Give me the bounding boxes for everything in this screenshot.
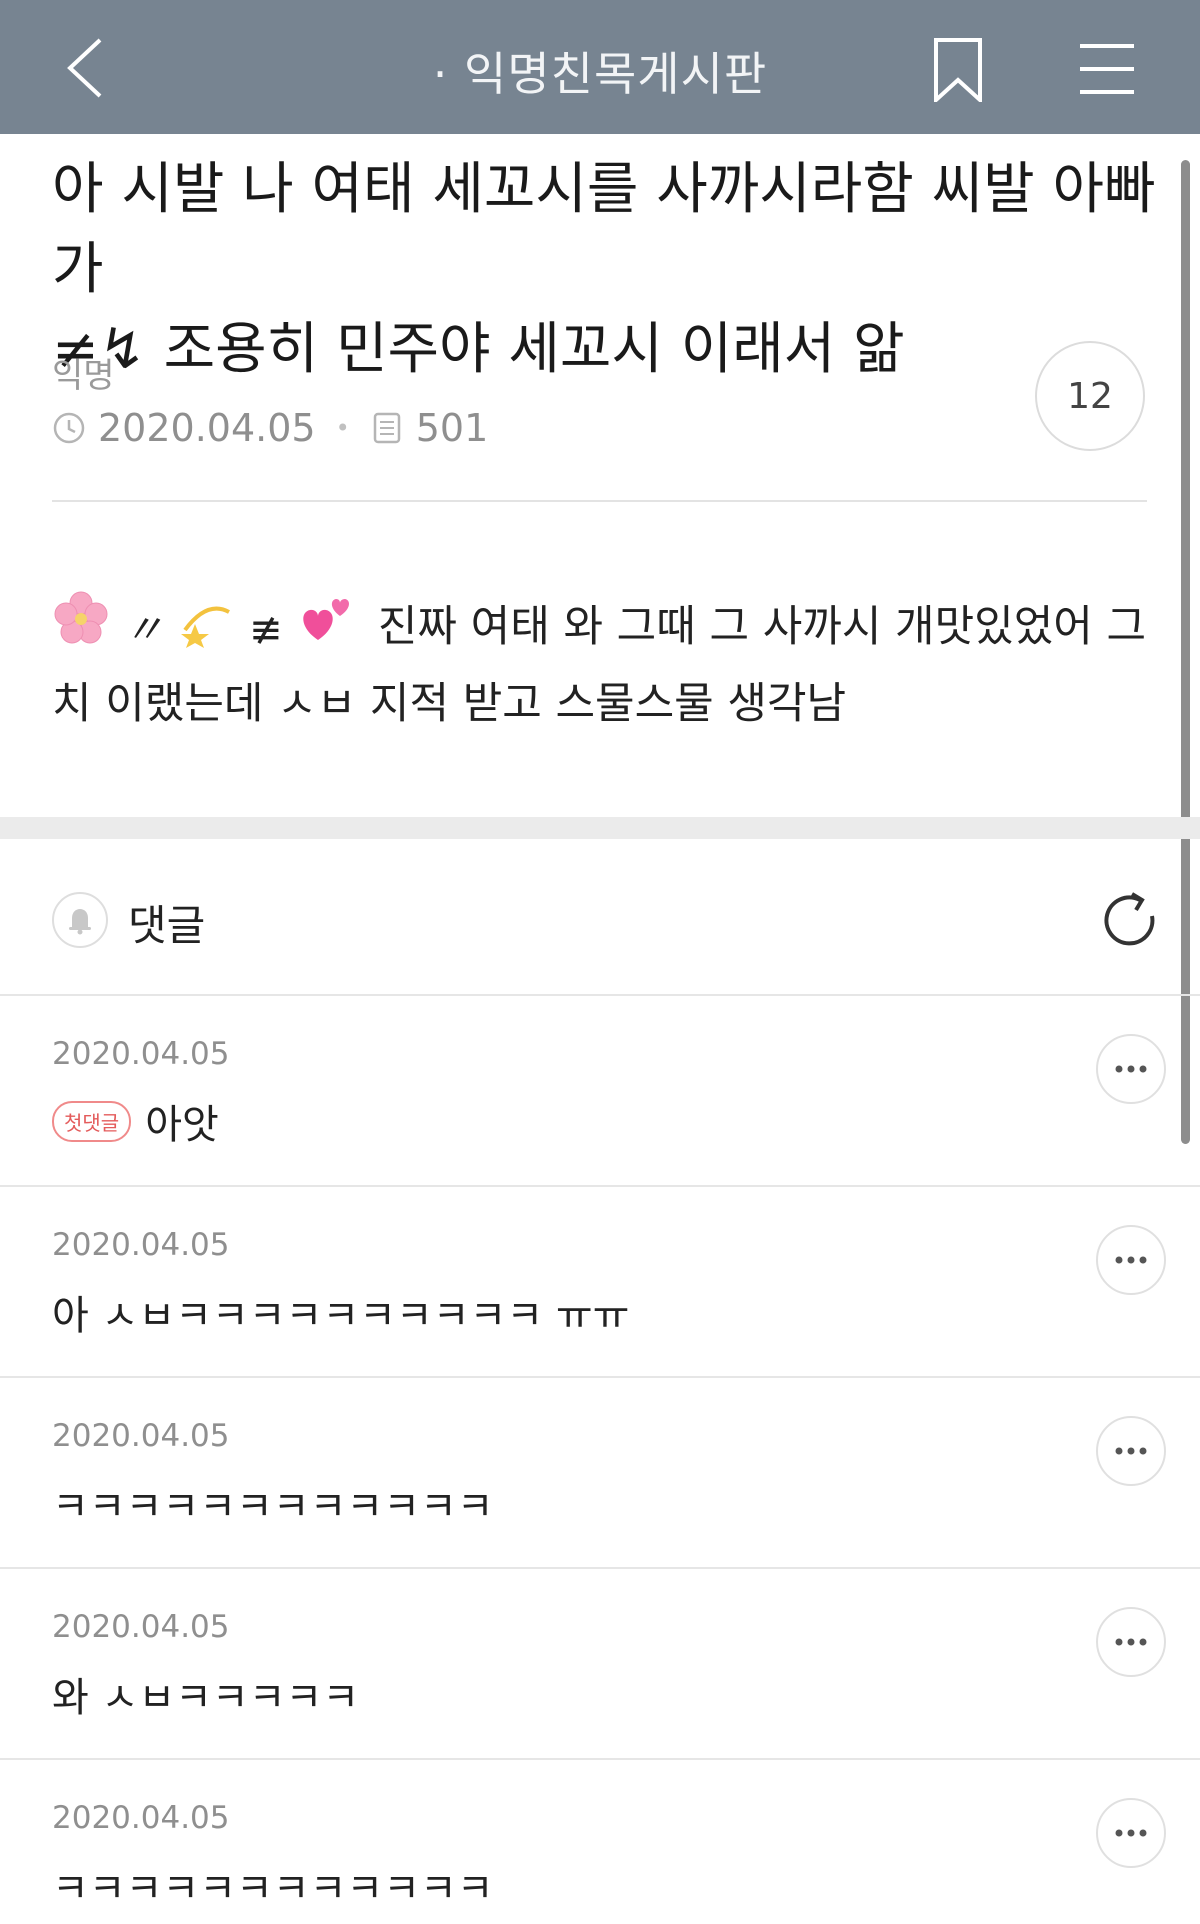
menu-icon[interactable] xyxy=(1078,42,1136,96)
post-body-line-2: 치 이랬는데 ㅅㅂ 지적 받고 스물스물 생각남 xyxy=(52,679,847,729)
comment-count-badge[interactable]: 12 xyxy=(1035,341,1145,451)
two-hearts-icon xyxy=(296,590,354,669)
document-icon xyxy=(373,412,400,444)
comment-body: 아 ㅅㅂㅋㅋㅋㅋㅋㅋㅋㅋㅋㅋ ㅠㅠ xyxy=(52,1293,630,1339)
post-title-line-2: ≠↯ 조용히 민주야 세꼬시 이래서 앎 xyxy=(52,310,1162,390)
comment-item: 2020.04.05 ㅋㅋㅋㅋㅋㅋㅋㅋㅋㅋㅋㅋ xyxy=(0,1378,1200,1569)
dizzy-star-icon xyxy=(177,590,235,669)
post-date: 2020.04.05 xyxy=(98,406,316,450)
post-meta: 2020.04.05 • 501 xyxy=(52,406,488,450)
post-title-line-2-text: 조용히 민주야 세꼬시 이래서 앎 xyxy=(163,317,905,382)
refresh-icon[interactable] xyxy=(1100,890,1162,952)
more-options-icon[interactable] xyxy=(1096,1034,1166,1104)
comment-text: 아 ㅅㅂㅋㅋㅋㅋㅋㅋㅋㅋㅋㅋ ㅠㅠ xyxy=(52,1283,629,1341)
comment-text: 와 ㅅㅂㅋㅋㅋㅋㅋ xyxy=(52,1665,359,1723)
comment-body: ㅋㅋㅋㅋㅋㅋㅋㅋㅋㅋㅋㅋ xyxy=(52,1484,494,1530)
post-body: 〃 ≢ 진짜 여태 와 그때 그 사까시 개맛있었어 그 치 이랬는데 ㅅㅂ 지… xyxy=(52,590,1162,739)
more-options-icon[interactable] xyxy=(1096,1225,1166,1295)
scribble-mark: 〃 xyxy=(123,606,164,653)
bell-icon[interactable] xyxy=(52,892,108,948)
comment-item: 2020.04.05 ㅋㅋㅋㅋㅋㅋㅋㅋㅋㅋㅋㅋ xyxy=(0,1760,1200,1924)
divider xyxy=(52,500,1147,502)
comments-label: 댓글 xyxy=(128,901,206,950)
board-title: · 익명친목게시판 xyxy=(432,47,768,101)
comment-date: 2020.04.05 xyxy=(52,1609,230,1645)
more-options-icon[interactable] xyxy=(1096,1416,1166,1486)
first-comment-badge: 첫댓글 xyxy=(52,1100,132,1142)
cherry-blossom-icon xyxy=(52,590,110,669)
scribble-mark-2: ≢ xyxy=(249,606,283,653)
comment-body: 아앗 xyxy=(145,1102,219,1148)
comment-body: 와 ㅅㅂㅋㅋㅋㅋㅋ xyxy=(52,1675,360,1721)
more-options-icon[interactable] xyxy=(1096,1607,1166,1677)
top-bar: · 익명친목게시판 xyxy=(0,0,1200,134)
comment-date: 2020.04.05 xyxy=(52,1800,230,1836)
meta-separator: • xyxy=(335,414,350,442)
view-count: 501 xyxy=(415,406,489,450)
comment-item: 2020.04.05 와 ㅅㅂㅋㅋㅋㅋㅋ xyxy=(0,1569,1200,1760)
comment-text: ㅋㅋㅋㅋㅋㅋㅋㅋㅋㅋㅋㅋ xyxy=(52,1856,494,1914)
clock-icon xyxy=(53,412,85,444)
post-body-text-1: 진짜 여태 와 그때 그 사까시 개맛있었어 그 xyxy=(377,602,1147,652)
post-title-line-1: 아 시발 나 여태 세꼬시를 사까시라함 씨발 아빠가 xyxy=(52,157,1156,302)
comment-date: 2020.04.05 xyxy=(52,1418,230,1454)
comment-item: 2020.04.05 첫댓글 아앗 xyxy=(0,996,1200,1187)
comment-date: 2020.04.05 xyxy=(52,1036,230,1072)
more-options-icon[interactable] xyxy=(1096,1798,1166,1868)
section-divider xyxy=(0,817,1200,839)
comments-header: 댓글 xyxy=(0,840,1200,995)
author-name: 익명 xyxy=(52,356,115,396)
comment-text: ㅋㅋㅋㅋㅋㅋㅋㅋㅋㅋㅋㅋ xyxy=(52,1474,494,1532)
comment-item: 2020.04.05 아 ㅅㅂㅋㅋㅋㅋㅋㅋㅋㅋㅋㅋ ㅠㅠ xyxy=(0,1187,1200,1378)
comment-body: ㅋㅋㅋㅋㅋㅋㅋㅋㅋㅋㅋㅋ xyxy=(52,1866,494,1912)
comment-date: 2020.04.05 xyxy=(52,1227,230,1263)
post-title: 아 시발 나 여태 세꼬시를 사까시라함 씨발 아빠가 ≠↯ 조용히 민주야 세… xyxy=(52,150,1162,390)
bookmark-icon[interactable] xyxy=(932,38,984,102)
comment-text: 첫댓글 아앗 xyxy=(52,1092,219,1150)
post-body-line-1: 〃 ≢ 진짜 여태 와 그때 그 사까시 개맛있었어 그 xyxy=(52,590,1162,669)
